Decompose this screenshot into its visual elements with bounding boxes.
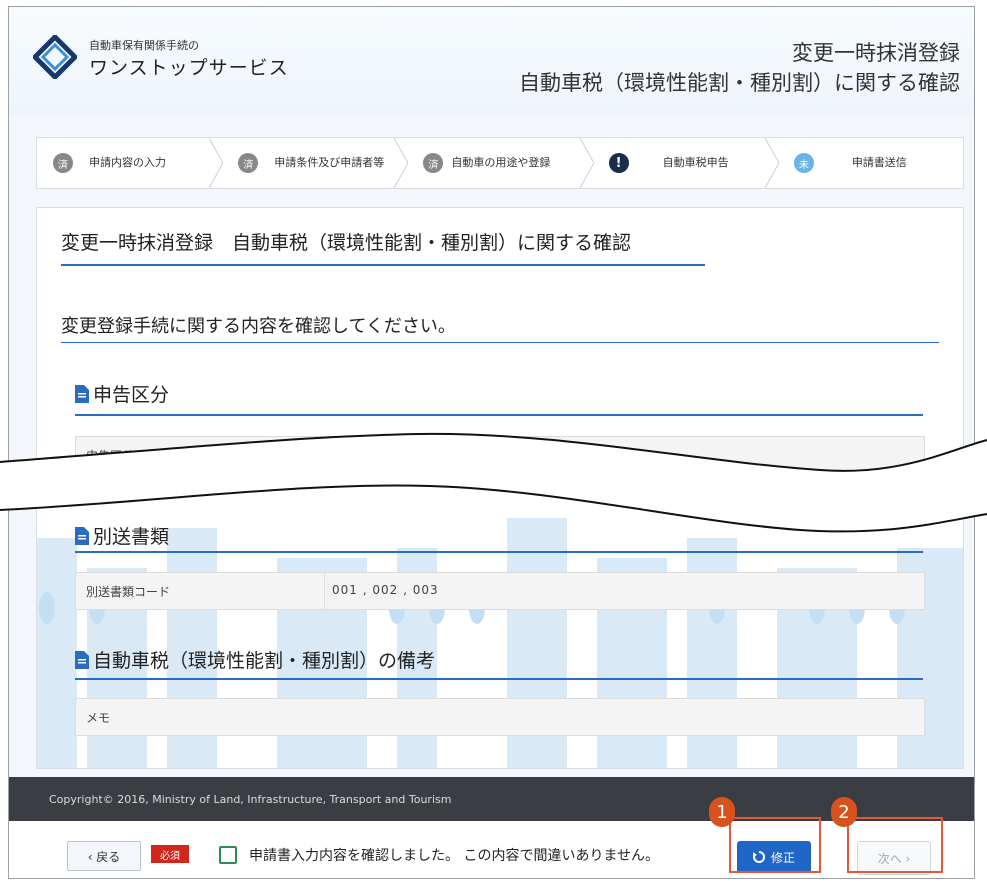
table-row: 別送書類コード 001 , 002 , 003 — [75, 572, 925, 610]
step-done-badge: 済 — [423, 153, 444, 173]
step-label: 申請条件及び申請者等 — [274, 156, 385, 169]
step-current-icon: ! — [608, 153, 629, 173]
step-done-badge: 済 — [53, 153, 73, 173]
intro-text: 変更登録手続に関する内容を確認してください。 — [61, 316, 456, 337]
chevron-right-icon — [394, 138, 409, 188]
callout-highlight-fix — [729, 817, 821, 873]
step-label: 申請内容の入力 — [89, 156, 166, 169]
step-label: 申請書送信 — [851, 156, 907, 169]
step-vehicle-use: 済 自動車の用途や登録 — [407, 138, 594, 188]
intro-underline — [61, 342, 939, 343]
row-divider — [324, 573, 325, 609]
step-todo-badge: 未 — [793, 153, 814, 173]
step-label: 自動車の用途や登録 — [451, 156, 551, 169]
header-title-line2: 自動車税（環境性能割・種別割）に関する確認 — [519, 71, 960, 95]
back-button[interactable]: ‹ 戻る — [67, 841, 141, 871]
page-title: 変更一時抹消登録 自動車税（環境性能割・種別割）に関する確認 — [61, 232, 632, 254]
document-icon — [75, 384, 89, 403]
step-tax-declaration: ! 自動車税申告 — [593, 138, 779, 188]
table-row: メモ — [75, 698, 925, 736]
callout-number-1: 1 — [709, 797, 735, 827]
row-value: 001 , 002 , 003 — [332, 583, 439, 597]
copyright-bar: Copyright© 2016, Ministry of Land, Infra… — [9, 777, 974, 821]
brand-subtitle: 自動車保有関係手続の — [89, 39, 199, 52]
step-input: 済 申請内容の入力 — [37, 138, 224, 188]
section-title: 自動車税（環境性能割・種別割）の備考 — [93, 650, 436, 672]
step-conditions: 済 申請条件及び申請者等 — [222, 138, 409, 188]
document-icon — [75, 650, 89, 669]
confirm-checkbox[interactable] — [219, 846, 237, 864]
chevron-right-icon — [209, 138, 224, 188]
section-title: 申告区分 — [93, 384, 170, 406]
page-break-wave — [0, 432, 987, 533]
confirm-checkbox-label[interactable]: 申請書入力内容を確認しました。 この内容で間違いありません。 — [249, 845, 659, 865]
title-underline — [61, 264, 705, 266]
action-bar: ‹ 戻る 必須 申請書入力内容を確認しました。 この内容で間違いありません。 修… — [9, 821, 974, 878]
callout-highlight-next — [847, 817, 943, 873]
oss-logo-icon — [33, 35, 77, 79]
callout-number-2: 2 — [831, 797, 857, 827]
chevron-right-icon — [764, 138, 779, 188]
brand-title: ワンストップサービス — [89, 57, 289, 79]
section-underline — [75, 551, 923, 553]
progress-steps: 済 申請内容の入力 済 申請条件及び申請者等 済 自動車の用途や登録 ! 自動車… — [36, 137, 964, 189]
section-heading-declaration-type: 申告区分 — [75, 380, 169, 407]
copyright-text: Copyright© 2016, Ministry of Land, Infra… — [49, 793, 452, 806]
row-key: 別送書類コード — [86, 585, 171, 599]
required-badge: 必須 — [151, 845, 189, 863]
row-key: メモ — [86, 711, 111, 725]
chevron-right-icon — [579, 138, 594, 188]
step-label: 自動車税申告 — [662, 156, 729, 169]
section-underline — [75, 678, 923, 680]
page-header: 自動車保有関係手続の ワンストップサービス 変更一時抹消登録 自動車税（環境性能… — [9, 7, 974, 117]
step-submit: 未 申請書送信 — [778, 138, 963, 188]
section-heading-tax-remarks: 自動車税（環境性能割・種別割）の備考 — [75, 646, 435, 673]
header-title-line1: 変更一時抹消登録 — [792, 41, 960, 65]
step-done-badge: 済 — [238, 153, 259, 173]
